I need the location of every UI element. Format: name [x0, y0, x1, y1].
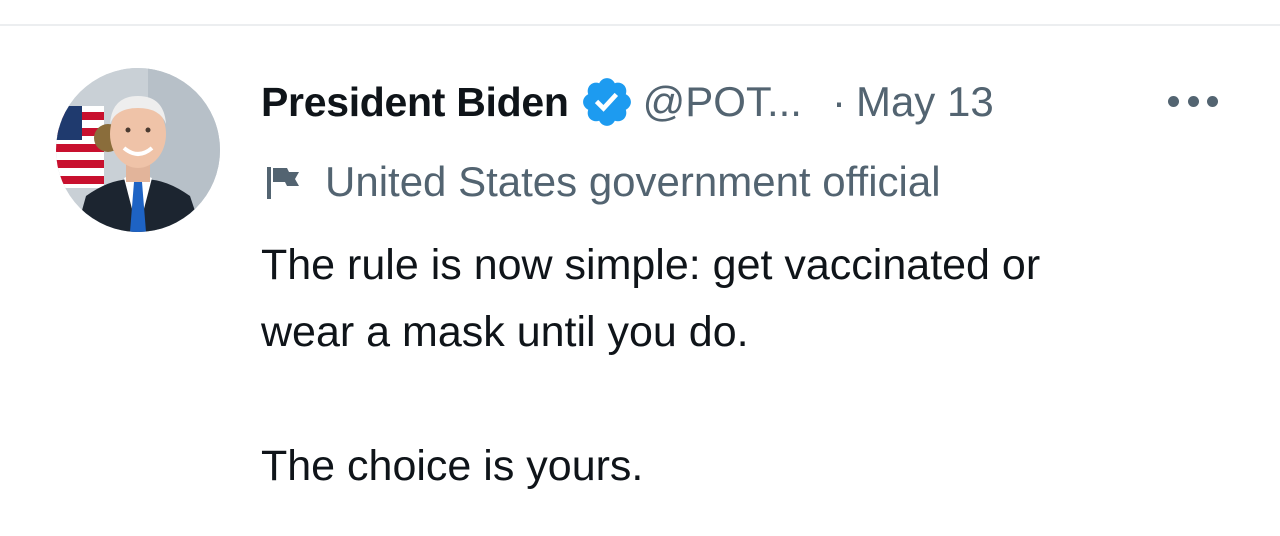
- tweet-text-line: The choice is yours.: [261, 442, 644, 490]
- tweet-text-line: The rule is now simple: get vaccinated o…: [261, 241, 1041, 289]
- tweet-date[interactable]: May 13: [856, 78, 994, 126]
- more-dot: [1207, 95, 1218, 107]
- avatar[interactable]: [56, 68, 220, 232]
- author-name[interactable]: President Biden: [261, 79, 569, 126]
- avatar-image: [56, 68, 220, 232]
- account-label-text: United States government official: [325, 158, 941, 205]
- author-handle[interactable]: @POT...: [643, 78, 802, 126]
- more-icon[interactable]: [1168, 92, 1218, 110]
- account-label[interactable]: United States government official: [261, 154, 941, 210]
- tweet-header: President Biden @POT... · May 13: [261, 74, 994, 130]
- more-dot: [1187, 95, 1199, 107]
- more-dot: [1168, 95, 1179, 107]
- flag-icon: [261, 159, 307, 205]
- tweet-card[interactable]: President Biden @POT... · May 13 United …: [0, 26, 1280, 536]
- tweet-text-line: wear a mask until you do.: [261, 308, 749, 356]
- tweet-text: The rule is now simple: get vaccinated o…: [261, 232, 1241, 500]
- date-separator: ·: [831, 78, 846, 125]
- verified-badge-icon: [579, 74, 635, 130]
- paragraph-break: [261, 366, 1241, 433]
